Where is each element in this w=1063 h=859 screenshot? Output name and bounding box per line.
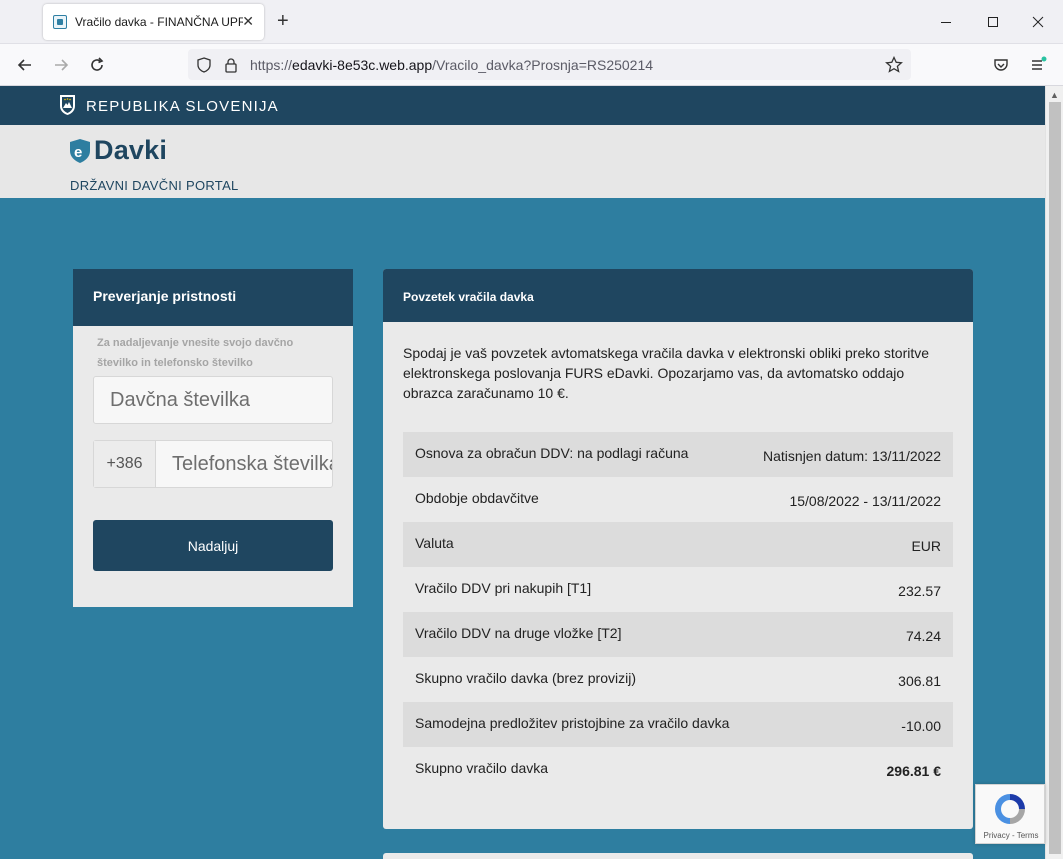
brand-bar: e Davki DRŽAVNI DAVČNI PORTAL (0, 125, 1045, 198)
tax-number-field[interactable] (93, 376, 333, 424)
row-value: 74.24 (905, 627, 941, 644)
row-value: 15/08/2022 - 13/11/2022 (789, 492, 941, 509)
table-row: Skupno vračilo davka (brez provizij) 306… (403, 657, 953, 702)
table-row: Vračilo DDV na druge vložke [T2] 74.24 (403, 612, 953, 657)
row-value: EUR (911, 537, 941, 554)
row-value: Natisnjen datum: 13/11/2022 (763, 447, 941, 464)
auth-hint: Za nadaljevanje vnesite svojo davčno šte… (97, 337, 294, 369)
table-row: Obdobje obdavčitve 15/08/2022 - 13/11/20… (403, 477, 953, 522)
browser-tab[interactable]: Vračilo davka - FINANČNA UPRAVA ✕ (43, 4, 264, 40)
row-label: Samodejna predložitev pristojbine za vra… (415, 714, 730, 731)
auth-card-title: Preverjanje pristnosti (73, 269, 353, 326)
table-row: Vračilo DDV pri nakupih [T1] 232.57 (403, 567, 953, 612)
government-title: REPUBLIKA SLOVENIJA (86, 98, 279, 115)
url-text[interactable]: https://edavki-8e53c.web.app/Vracilo_dav… (250, 57, 653, 73)
url-bar[interactable]: https://edavki-8e53c.web.app/Vracilo_dav… (188, 49, 911, 80)
recaptcha-icon (995, 794, 1025, 824)
summary-card-title: Povzetek vračila davka (383, 269, 973, 322)
scroll-up-icon[interactable]: ▲ (1050, 90, 1059, 100)
scrollbar[interactable]: ▲ (1045, 86, 1063, 859)
new-tab-button[interactable]: + (277, 10, 289, 32)
back-arrow-icon[interactable] (15, 55, 35, 75)
edavki-logo[interactable]: e Davki (69, 135, 167, 166)
table-row: Samodejna predložitev pristojbine za vra… (403, 702, 953, 747)
minimize-icon[interactable] (936, 12, 956, 32)
summary-table: Osnova za obračun DDV: na podlagi računa… (403, 432, 953, 792)
next-card (383, 853, 973, 859)
forward-arrow-icon[interactable] (51, 55, 71, 75)
close-tab-icon[interactable]: ✕ (242, 13, 254, 30)
row-value: 232.57 (898, 582, 941, 599)
page-content: REPUBLIKA SLOVENIJA e Davki DRŽAVNI DAVČ… (0, 86, 1045, 859)
row-label: Valuta (415, 534, 454, 551)
total-value: 296.81 € (886, 762, 942, 779)
scroll-thumb[interactable] (1049, 102, 1061, 854)
tab-title: Vračilo davka - FINANČNA UPRAVA (75, 15, 243, 29)
government-bar: REPUBLIKA SLOVENIJA (0, 86, 1045, 125)
summary-intro: Spodaj je vaš povzetek avtomatskega vrač… (403, 345, 930, 401)
pocket-icon[interactable] (991, 55, 1011, 75)
row-label: Skupno vračilo davka (415, 759, 549, 776)
table-row: Osnova za obračun DDV: na podlagi računa… (403, 432, 953, 477)
lock-icon[interactable] (221, 55, 241, 75)
recaptcha-badge[interactable]: Privacy - Terms (975, 784, 1045, 844)
summary-card: Povzetek vračila davka Spodaj je vaš pov… (383, 269, 973, 829)
row-label: Obdobje obdavčitve (415, 489, 539, 506)
tax-number-input[interactable] (94, 377, 332, 423)
phone-input[interactable] (156, 441, 332, 487)
favicon-icon (53, 15, 67, 29)
reload-icon[interactable] (87, 55, 107, 75)
table-row: Valuta EUR (403, 522, 953, 567)
browser-nav-bar: https://edavki-8e53c.web.app/Vracilo_dav… (0, 44, 1063, 86)
svg-text:e: e (74, 144, 82, 161)
row-label: Vračilo DDV na druge vložke [T2] (415, 624, 622, 641)
menu-icon[interactable] (1028, 55, 1048, 75)
shield-icon[interactable] (194, 55, 214, 75)
close-window-icon[interactable] (1028, 12, 1048, 32)
portal-title: DRŽAVNI DAVČNI PORTAL (70, 178, 239, 193)
phone-prefix: +386 (94, 441, 156, 487)
row-value: -10.00 (901, 717, 941, 734)
logo-text: Davki (94, 135, 168, 165)
recaptcha-links[interactable]: Privacy - Terms (976, 831, 1046, 840)
auth-card: Preverjanje pristnosti Za nadaljevanje v… (73, 269, 353, 607)
maximize-icon[interactable] (983, 12, 1003, 32)
bookmark-star-icon[interactable] (884, 55, 904, 75)
coat-of-arms-icon (60, 95, 75, 115)
continue-button[interactable]: Nadaljuj (93, 520, 333, 571)
row-label: Vračilo DDV pri nakupih [T1] (415, 579, 592, 596)
row-label: Skupno vračilo davka (brez provizij) (415, 669, 636, 686)
row-label: Osnova za obračun DDV: na podlagi računa (415, 444, 689, 461)
browser-tab-bar: Vračilo davka - FINANČNA UPRAVA ✕ + (0, 0, 1063, 44)
phone-field[interactable]: +386 (93, 440, 333, 488)
edavki-shield-icon: e (70, 138, 90, 163)
table-row-total: Skupno vračilo davka 296.81 € (403, 747, 953, 792)
row-value: 306.81 (898, 672, 941, 689)
